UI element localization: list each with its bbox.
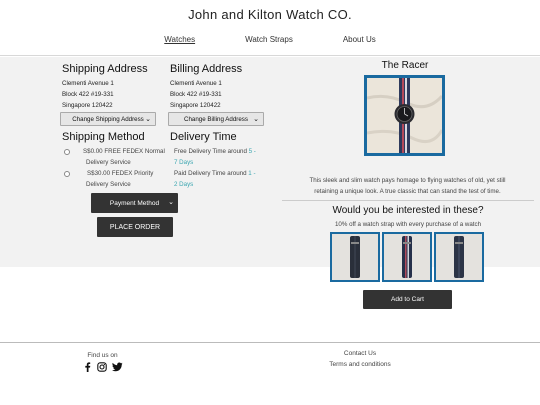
social-links (83, 362, 123, 372)
find-us-label: Find us on (87, 352, 118, 359)
payment-method-label: Payment Method (109, 199, 160, 207)
strap-photo (436, 234, 482, 280)
instagram-icon[interactable] (97, 362, 107, 372)
contact-us-link[interactable]: Contact Us (320, 350, 400, 357)
brand-title[interactable]: John and Kilton Watch CO. (0, 7, 540, 22)
shipping-address-line: Block 422 #19-331 (62, 91, 114, 98)
strap-photo (384, 234, 430, 280)
strap-thumbnail[interactable] (434, 232, 484, 282)
site-header: John and Kilton Watch CO. Watches Watch … (0, 0, 540, 56)
twitter-icon[interactable] (112, 362, 123, 372)
nav-about-us[interactable]: About Us (343, 35, 376, 44)
billing-address-line: Singapore 120422 (170, 102, 221, 109)
nav-watches[interactable]: Watches (164, 35, 195, 44)
product-name: The Racer (381, 60, 429, 71)
shipping-option-priority-radio[interactable] (64, 171, 70, 177)
add-to-cart-button[interactable]: Add to Cart (363, 290, 452, 309)
product-description: This sleek and slim watch pays homage to… (309, 177, 506, 195)
product-image[interactable] (364, 75, 445, 156)
billing-address-block: Clementi Avenue 1 Block 422 #19-331 Sing… (170, 78, 222, 111)
chevron-down-icon: ⌄ (168, 199, 174, 206)
chevron-down-icon: ⌄ (253, 116, 259, 123)
strap-thumbnail[interactable] (330, 232, 380, 282)
change-billing-address-select[interactable]: Change Billing Address ⌄ (168, 112, 264, 126)
delivery-time-title: Delivery Time (170, 131, 237, 143)
upsell-title: Would you be interested in these? (332, 205, 484, 216)
payment-method-select[interactable]: Payment Method ⌄ (91, 193, 178, 213)
main-nav: Watches Watch Straps About Us (0, 35, 540, 44)
nav-watch-straps[interactable]: Watch Straps (245, 35, 293, 44)
watch-photo (367, 78, 442, 153)
facebook-icon[interactable] (83, 362, 92, 372)
terms-link[interactable]: Terms and conditions (315, 361, 405, 368)
shipping-option-normal-radio[interactable] (64, 149, 70, 155)
billing-address-title: Billing Address (170, 63, 243, 75)
shipping-method-title: Shipping Method (62, 131, 145, 143)
shipping-address-title: Shipping Address (62, 63, 148, 75)
strap-thumbnail[interactable] (382, 232, 432, 282)
section-divider (282, 200, 534, 201)
change-shipping-address-label: Change Shipping Address (72, 115, 144, 123)
billing-address-line: Clementi Avenue 1 (170, 80, 222, 87)
place-order-button[interactable]: PLACE ORDER (97, 217, 173, 237)
shipping-option-priority-label[interactable]: S$30.00 FEDEX Priority Delivery Service (80, 168, 165, 190)
delivery-time-free: Free Delivery Time around 5 - 7 Days (174, 148, 256, 166)
shipping-address-line: Singapore 120422 (62, 102, 113, 109)
upsell-subtitle: 10% off a watch strap with every purchas… (334, 221, 482, 228)
chevron-down-icon: ⌄ (145, 116, 151, 123)
footer-divider (0, 342, 540, 343)
strap-photo (332, 234, 378, 280)
shipping-option-normal-label[interactable]: S$0.00 FREE FEDEX Normal Delivery Servic… (80, 146, 165, 168)
change-shipping-address-select[interactable]: Change Shipping Address ⌄ (60, 112, 156, 126)
shipping-address-block: Clementi Avenue 1 Block 422 #19-331 Sing… (62, 78, 114, 111)
delivery-time-paid: Paid Delivery Time around 1 - 2 Days (174, 170, 256, 188)
shipping-address-line: Clementi Avenue 1 (62, 80, 114, 87)
billing-address-line: Block 422 #19-331 (170, 91, 222, 98)
change-billing-address-label: Change Billing Address (184, 115, 248, 123)
